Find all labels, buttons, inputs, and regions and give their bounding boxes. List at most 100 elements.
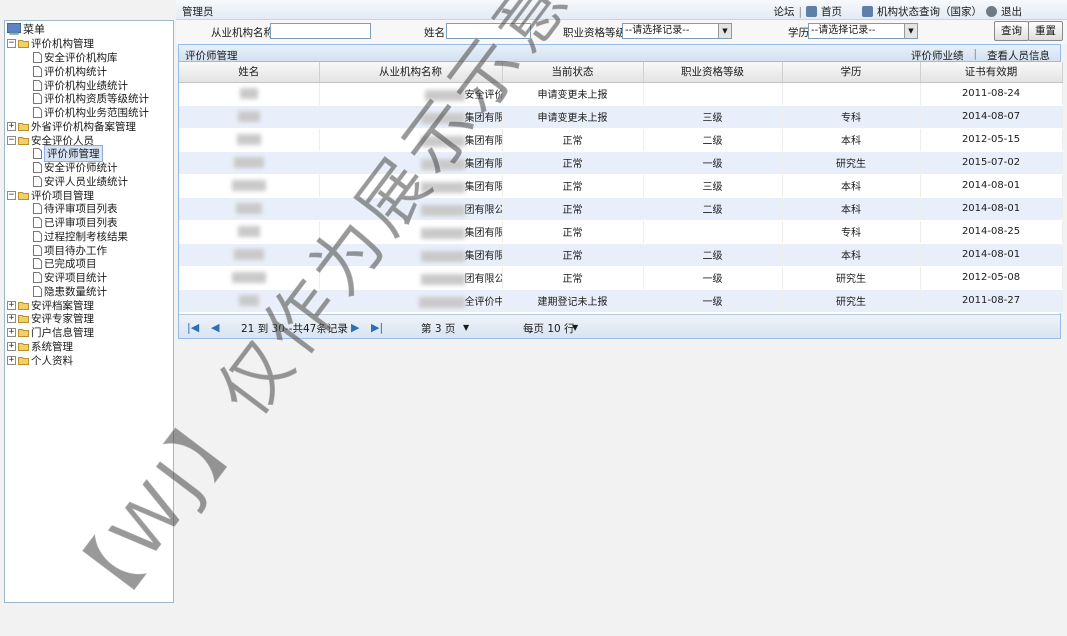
redacted-name: [236, 133, 261, 145]
logout-link[interactable]: 退出: [1001, 4, 1022, 19]
expand-icon[interactable]: +: [7, 355, 16, 365]
tree-item[interactable]: 隐患数量统计: [5, 285, 173, 299]
expand-icon[interactable]: +: [7, 300, 16, 310]
tree-group-other-2[interactable]: + 门户信息管理: [5, 326, 173, 340]
pagination-bar: |◀ ◀ 21 到 30--共47条记录 ▶ ▶| 第 3 页 ▼ 每页 10 …: [179, 314, 1060, 338]
table-row[interactable]: 集团有限公司正常二级本科2012-05-15: [179, 128, 1063, 152]
document-icon: [33, 217, 44, 229]
tree-item-label: 已评审项目列表: [44, 217, 118, 230]
collapse-icon[interactable]: −: [7, 135, 16, 145]
tree-group-other-4[interactable]: + 个人资料: [5, 353, 173, 367]
redacted-org-prefix: [420, 204, 465, 216]
redacted-name: [233, 156, 264, 168]
cell-status: 正常: [502, 243, 644, 267]
tree-item[interactable]: 评价机构资质等级统计: [5, 92, 173, 106]
col-header-name[interactable]: 姓名: [179, 62, 320, 83]
reset-button[interactable]: 重置: [1028, 21, 1063, 41]
expand-icon[interactable]: +: [7, 314, 16, 324]
cell-education: 研究生: [782, 289, 921, 313]
page-selector[interactable]: 第 3 页: [421, 321, 455, 336]
cell-cert-expiry: 2012-05-15: [920, 128, 1063, 152]
collapse-icon[interactable]: −: [7, 39, 16, 49]
document-icon: [33, 285, 44, 297]
tree-item[interactable]: 已完成项目: [5, 257, 173, 271]
table-row[interactable]: 集团有限公司正常一级研究生2015-07-02: [179, 151, 1063, 175]
redacted-name: [237, 225, 260, 237]
tree-group-other-1[interactable]: + 安评专家管理: [5, 312, 173, 326]
tree-item[interactable]: 评价师管理: [5, 145, 173, 163]
document-icon: [33, 79, 44, 91]
query-button[interactable]: 查询: [994, 21, 1029, 41]
divider: |: [798, 5, 802, 18]
tree-item-label: 待评审项目列表: [44, 203, 118, 216]
assessor-performance-link[interactable]: 评价师业绩: [911, 48, 964, 63]
cell-status: 申请变更未上报: [502, 82, 644, 106]
table-row[interactable]: 集团有限公司正常二级本科2014-08-01: [179, 243, 1063, 267]
org-name-input[interactable]: [270, 23, 371, 39]
expand-icon[interactable]: +: [7, 341, 16, 351]
tree-item[interactable]: 项目待办工作: [5, 243, 173, 257]
table-row[interactable]: 安全评价中心申请变更未上报 2011-08-24: [179, 82, 1063, 106]
home-link[interactable]: 首页: [821, 4, 842, 19]
col-header-education[interactable]: 学历: [782, 62, 921, 83]
forum-link[interactable]: 论坛: [773, 4, 794, 19]
cell-name: [179, 174, 320, 198]
org-status-query-link[interactable]: 机构状态查询（国家）: [877, 4, 982, 19]
table-row[interactable]: 全评价中心建期登记未上报一级研究生2011-08-27: [179, 289, 1063, 313]
tree-item[interactable]: 评价机构业务范围统计: [5, 106, 173, 120]
document-icon: [33, 93, 44, 105]
prev-page-icon[interactable]: ◀: [211, 321, 219, 334]
redacted-name: [231, 179, 266, 191]
chevron-down-icon[interactable]: ▼: [572, 323, 578, 332]
chevron-down-icon[interactable]: ▼: [463, 323, 469, 332]
cell-cert-expiry: 2012-05-08: [920, 266, 1063, 290]
cell-level: 一级: [643, 151, 783, 175]
tree-item[interactable]: 待评审项目列表: [5, 202, 173, 216]
tree-item-label: 评价机构业务范围统计: [44, 107, 149, 120]
col-header-level[interactable]: 职业资格等级: [643, 62, 783, 83]
page-size-selector[interactable]: 每页 10 行: [523, 321, 575, 336]
table-row[interactable]: 集团有限公司正常三级本科2014-08-01: [179, 174, 1063, 198]
tree-group-org-mgmt[interactable]: − 评价机构管理: [5, 37, 173, 51]
tree-item[interactable]: 安全评价师统计: [5, 161, 173, 175]
table-row[interactable]: 团有限公司正常二级本科2014-08-01: [179, 197, 1063, 221]
cell-cert-expiry: 2014-08-01: [920, 174, 1063, 198]
expand-icon[interactable]: +: [7, 328, 16, 338]
folder-icon: [18, 328, 31, 338]
search-form: 从业机构名称 姓名 职业资格等级 --请选择记录-- ▼ 学历 --请选择记录-…: [176, 20, 1067, 44]
tree-group-other-3[interactable]: + 系统管理: [5, 340, 173, 354]
org-name: 全评价中心: [464, 297, 502, 308]
qual-level-select[interactable]: --请选择记录-- ▼: [622, 23, 732, 39]
folder-icon: [18, 136, 31, 145]
next-page-icon[interactable]: ▶: [351, 321, 359, 334]
redacted-name: [235, 202, 262, 214]
tree-item[interactable]: 过程控制考核结果: [5, 230, 173, 244]
tree-item[interactable]: 安评人员业绩统计: [5, 175, 173, 189]
redacted-org-prefix: [424, 89, 465, 101]
last-page-icon[interactable]: ▶|: [371, 321, 383, 334]
tree-group-other-0[interactable]: + 安评档案管理: [5, 298, 173, 312]
education-select[interactable]: --请选择记录-- ▼: [808, 23, 918, 39]
first-page-icon[interactable]: |◀: [187, 321, 199, 334]
col-header-status[interactable]: 当前状态: [502, 62, 644, 83]
cell-org: 团有限公司: [319, 197, 503, 221]
tree-item[interactable]: 已评审项目列表: [5, 216, 173, 230]
expand-icon[interactable]: +: [7, 121, 16, 131]
view-person-info-link[interactable]: 查看人员信息: [987, 48, 1050, 63]
tree-item[interactable]: 安评项目统计: [5, 271, 173, 285]
table-row[interactable]: 集团有限公司正常 专科2014-08-25: [179, 220, 1063, 244]
col-header-org[interactable]: 从业机构名称: [319, 62, 503, 83]
table-row[interactable]: 团有限公司正常一级研究生2012-05-08: [179, 266, 1063, 290]
col-header-cert-expiry[interactable]: 证书有效期: [920, 62, 1063, 83]
tree-group-other-province[interactable]: + 外省评价机构备案管理: [5, 120, 173, 134]
table-row[interactable]: 集团有限公司申请变更未上报三级专科2014-08-07: [179, 105, 1063, 129]
cell-cert-expiry: 2014-08-07: [920, 105, 1063, 129]
tree-group-projects[interactable]: − 评价项目管理: [5, 188, 173, 202]
collapse-icon[interactable]: −: [7, 190, 16, 200]
cell-status: 正常: [502, 266, 644, 290]
tree-item[interactable]: 安全评价机构库: [5, 51, 173, 65]
tree-item[interactable]: 评价机构业绩统计: [5, 78, 173, 92]
name-input[interactable]: [446, 23, 531, 39]
tree-item[interactable]: 评价机构统计: [5, 65, 173, 79]
chevron-down-icon: ▼: [904, 24, 917, 38]
